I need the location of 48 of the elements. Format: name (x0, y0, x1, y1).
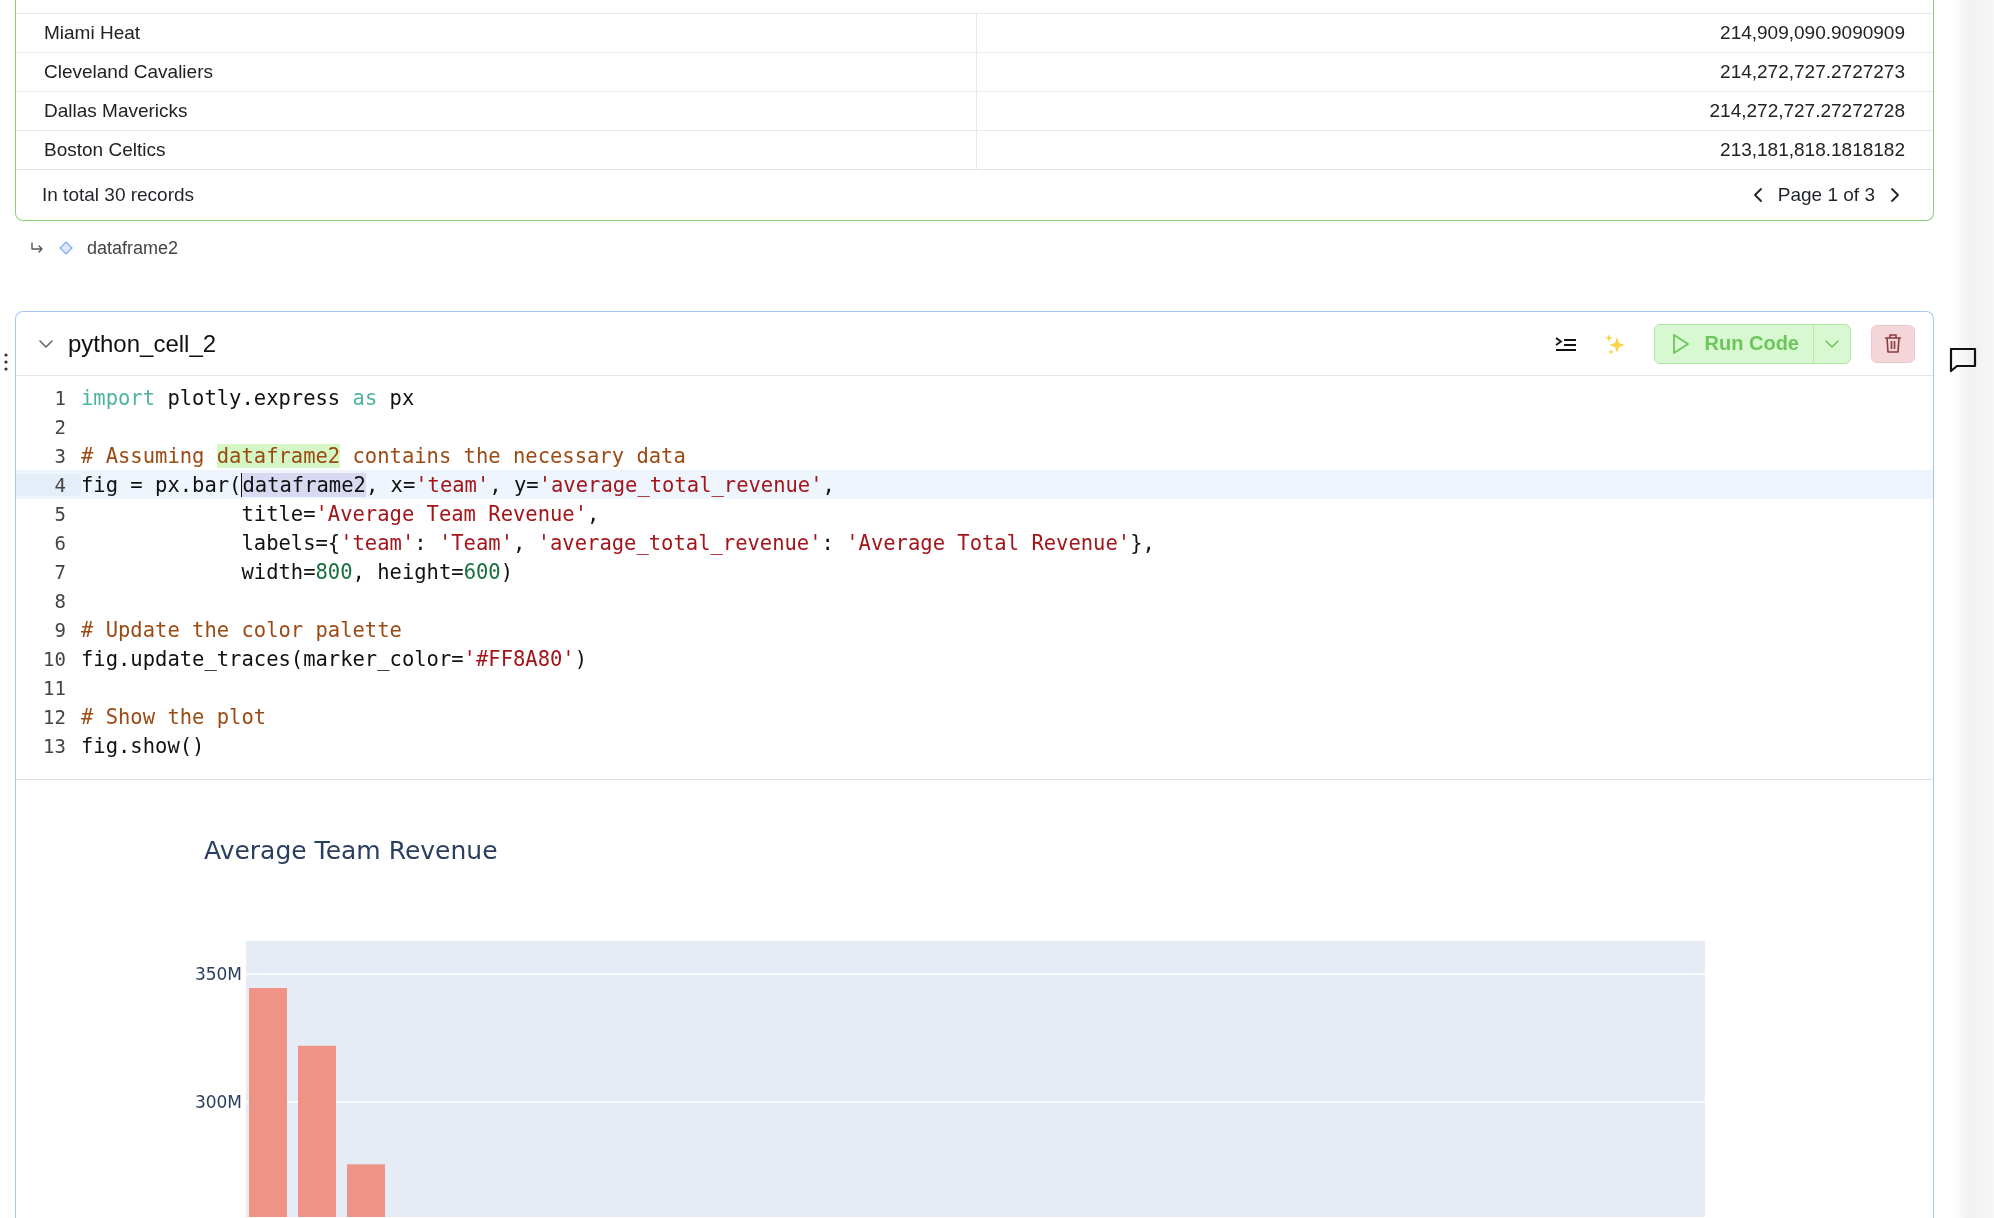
line-number: 11 (42, 676, 67, 699)
cell-title: python_cell_2 (68, 329, 218, 358)
drag-handle-icon[interactable] (2, 352, 10, 372)
code-line: import plotly.express as px (81, 385, 415, 410)
chart-title: Average Team Revenue (204, 836, 498, 865)
trash-icon (1883, 333, 1903, 354)
table-cell: 214,909,090.9090909 (976, 14, 1933, 52)
bar (347, 1164, 385, 1217)
tick-label: 300M (194, 1092, 242, 1112)
table-cell: 213,181,818.1818182 (976, 131, 1933, 169)
table-cell: 214,272,727.2727273 (976, 53, 1933, 91)
line-number: 3 (53, 444, 67, 467)
line-number: 1 (53, 386, 67, 409)
line-number: 5 (53, 502, 67, 525)
table-cell-text: Dallas Mavericks (43, 99, 189, 123)
dataframe-link[interactable]: dataframe2 (87, 237, 179, 259)
delete-button[interactable] (1871, 324, 1915, 363)
line-number: 9 (53, 618, 67, 641)
caret-icon (1824, 338, 1840, 349)
code-line: # Assuming dataframe2 contains the necessary data (81, 443, 686, 468)
line-number: 6 (53, 531, 67, 554)
page-indicator: Page 1 of 3 (1777, 184, 1875, 206)
diamond-icon (59, 241, 73, 255)
code-line: title='Average Team Revenue', (240, 501, 600, 526)
code-line: labels={'team': 'Team', 'average_total_revenue': 'Average Total Revenue'}, (240, 530, 1155, 555)
tick-label: 350M (194, 964, 242, 985)
code-line: width=800, height=600) (240, 559, 513, 584)
table-cell-text: Cleveland Cavaliers (43, 60, 214, 84)
code-line: fig.show() (81, 733, 205, 758)
line-number: 8 (53, 589, 67, 612)
code-line: fig = px.bar(dataframe2, x='team', y='average_total_revenue', (81, 472, 835, 497)
comment-icon[interactable] (1948, 346, 1978, 374)
table-cell-text: Miami Heat (43, 21, 142, 45)
code-line: # Update the color palette (81, 617, 402, 642)
line-number: 13 (42, 734, 67, 757)
line-number: 10 (42, 647, 67, 670)
indent-lines-icon (1553, 335, 1578, 352)
line-number: 2 (53, 415, 67, 438)
line-number: 7 (53, 560, 67, 583)
code-line: fig.update_traces(marker_color='#FF8A80') (81, 646, 588, 671)
table-cell-text: Boston Celtics (43, 138, 167, 162)
return-arrow-icon (29, 241, 45, 255)
table-cell: 214,272,727.27272728 (976, 92, 1933, 130)
code-line: # Show the plot (81, 704, 267, 729)
record-count: In total 30 records (42, 184, 195, 206)
line-number: 4 (16, 473, 81, 496)
play-icon (1670, 332, 1691, 355)
line-number: 12 (42, 705, 67, 728)
